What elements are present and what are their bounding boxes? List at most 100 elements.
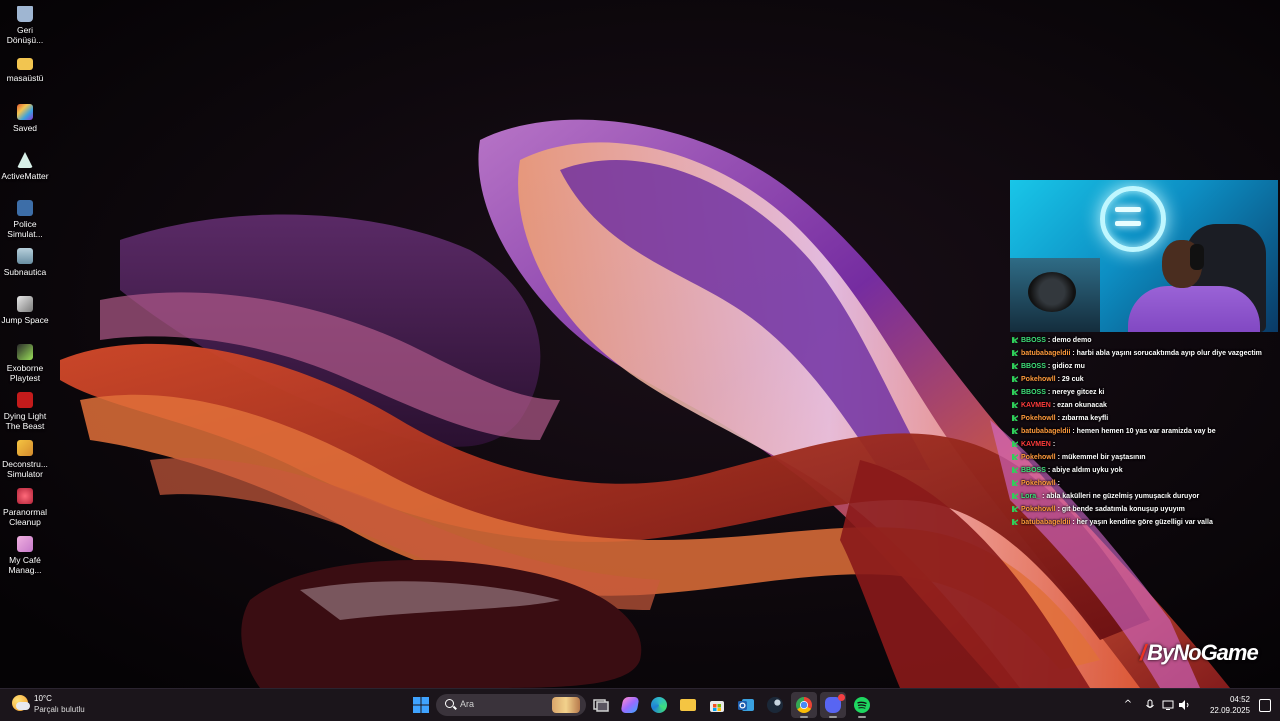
- chat-username: batubabageldii: [1021, 519, 1071, 526]
- desktop-icon-paranormal-cleanup[interactable]: Paranormal Cleanup: [0, 486, 50, 527]
- file-explorer-button[interactable]: [675, 692, 701, 718]
- chat-text: : ezan okunacak: [1052, 402, 1107, 409]
- webcam-headset: [1190, 244, 1204, 270]
- chat-message: KAVMEN: ezan okunacak: [1012, 399, 1280, 412]
- steam-icon: [767, 697, 783, 713]
- desktop-icon-jump-space[interactable]: Jump Space: [0, 294, 50, 325]
- chat-message: Pokehowll: mükemmel bir yaştasının: [1012, 451, 1280, 464]
- edge-icon: [651, 697, 667, 713]
- desktop-icon-my-cafe[interactable]: My Café Manag...: [0, 534, 50, 575]
- kick-badge-icon: [1012, 415, 1018, 422]
- chat-message: batubabageldii: hemen hemen 10 yas var a…: [1012, 425, 1280, 438]
- chat-message: Pokehowll: 29 cuk: [1012, 373, 1280, 386]
- notification-bell-icon[interactable]: [1259, 699, 1271, 712]
- chat-text: : her yaşın kendine göre güzelligi var v…: [1072, 519, 1213, 526]
- chat-text: : abla kakülleri ne güzelmiş yumuşacık d…: [1042, 493, 1200, 500]
- steam-button[interactable]: [762, 692, 788, 718]
- weather-condition: Parçalı bulutlu: [34, 705, 85, 714]
- chat-text: : harbi abla yaşını sorucaktımda ayıp ol…: [1072, 350, 1262, 357]
- app-icon: [17, 104, 33, 120]
- kick-badge-icon: [1012, 519, 1018, 526]
- spotify-button[interactable]: [849, 692, 875, 718]
- search-placeholder: Ara: [460, 699, 475, 709]
- kick-badge-icon: [1012, 506, 1018, 513]
- outlook-button[interactable]: [733, 692, 759, 718]
- desktop-icon-masaustu[interactable]: masaüstü: [0, 54, 50, 83]
- desktop-icon-subnautica[interactable]: Subnautica: [0, 246, 50, 277]
- volume-icon[interactable]: [1178, 699, 1190, 711]
- kick-badge-icon: [1012, 493, 1018, 500]
- search-box[interactable]: Ara: [436, 694, 586, 716]
- webcam-steering-wheel: [1028, 272, 1076, 312]
- chat-username: Pokehowll: [1021, 480, 1056, 487]
- chat-text: : git bende sadatımla konuşup uyuyım: [1057, 506, 1185, 513]
- neon-logo: [1100, 186, 1166, 252]
- folder-icon: [680, 699, 696, 711]
- running-indicator: [800, 716, 808, 718]
- kick-badge-icon: [1012, 389, 1018, 396]
- chat-text: : gidioz mu: [1047, 363, 1085, 370]
- chat-username: BBOSS: [1021, 363, 1046, 370]
- desktop-icon-recycle-bin[interactable]: Geri Dönüşü...: [0, 4, 50, 45]
- webcam-streamer-body: [1128, 286, 1260, 332]
- clock[interactable]: 04:52 22.09.2025: [1210, 694, 1250, 716]
- chat-message: Pokehowll:: [1012, 477, 1280, 490]
- kick-badge-icon: [1012, 454, 1018, 461]
- desktop-icon-deconstruction-simulator[interactable]: Deconstru... Simulator: [0, 438, 50, 479]
- chat-text: : 29 cuk: [1057, 376, 1084, 383]
- chat-username: KAVMEN: [1021, 441, 1051, 448]
- app-icon: [17, 440, 33, 456]
- app-icon: [17, 248, 33, 264]
- chat-message: KAVMEN:: [1012, 438, 1280, 451]
- chat-message: BBOSS: abiye aldım uyku yok: [1012, 464, 1280, 477]
- copilot-button[interactable]: [617, 692, 643, 718]
- desktop-icon-saved[interactable]: Saved: [0, 102, 50, 133]
- chat-message: batubabageldii: her yaşın kendine göre g…: [1012, 516, 1280, 529]
- chat-message: BBOSS: gidioz mu: [1012, 360, 1280, 373]
- chat-username: Pokehowll: [1021, 415, 1056, 422]
- chat-username: batubabageldii: [1021, 350, 1071, 357]
- microphone-icon[interactable]: [1144, 699, 1156, 711]
- discord-button[interactable]: [820, 692, 846, 718]
- kick-badge-icon: [1012, 363, 1018, 370]
- chrome-button[interactable]: [791, 692, 817, 718]
- chat-username: Lora_: [1021, 493, 1041, 500]
- chat-text: :: [1052, 441, 1056, 448]
- network-icon[interactable]: [1162, 699, 1174, 711]
- brand-slash-icon: /: [1140, 640, 1146, 665]
- kick-badge-icon: [1012, 337, 1018, 344]
- desktop-icon-police-simulator[interactable]: Police Simulat...: [0, 198, 50, 239]
- kick-badge-icon: [1012, 350, 1018, 357]
- chat-message: BBOSS: demo demo: [1012, 334, 1280, 347]
- store-button[interactable]: [704, 692, 730, 718]
- desktop-icon-exoborne-playtest[interactable]: Exoborne Playtest: [0, 342, 50, 383]
- chat-username: Pokehowll: [1021, 506, 1056, 513]
- kick-badge-icon: [1012, 376, 1018, 383]
- chat-username: BBOSS: [1021, 389, 1046, 396]
- chat-message: batubabageldii: harbi abla yaşını soruca…: [1012, 347, 1280, 360]
- chat-username: batubabageldii: [1021, 428, 1071, 435]
- clock-date: 22.09.2025: [1209, 706, 1250, 715]
- chat-username: BBOSS: [1021, 467, 1046, 474]
- chat-username: KAVMEN: [1021, 402, 1051, 409]
- chevron-up-icon[interactable]: ^: [1122, 699, 1134, 711]
- clock-time: 04:52: [1229, 695, 1250, 704]
- chat-message: Pokehowll: git bende sadatımla konuşup u…: [1012, 503, 1280, 516]
- start-button[interactable]: [408, 692, 434, 718]
- task-view-button[interactable]: [588, 692, 614, 718]
- edge-button[interactable]: [646, 692, 672, 718]
- desktop-icon-activematter[interactable]: ActiveMatter: [0, 150, 50, 181]
- recycle-bin-icon: [17, 6, 33, 22]
- chat-text: : abiye aldım uyku yok: [1047, 467, 1123, 474]
- stream-chat-overlay: BBOSS: demo demo batubabageldii: harbi ab…: [1012, 334, 1280, 534]
- copilot-icon: [620, 697, 640, 713]
- webcam-overlay: [1010, 180, 1278, 332]
- chat-text: : demo demo: [1047, 337, 1092, 344]
- desktop-icon-dying-light[interactable]: Dying Light The Beast: [0, 390, 50, 431]
- taskbar: 10°C Parçalı bulutlu Ara ^ 04:52 22.09.2…: [0, 688, 1280, 721]
- chat-text: : hemen hemen 10 yas var aramizda vay be: [1072, 428, 1216, 435]
- discord-badge: [838, 694, 845, 701]
- app-icon: [17, 392, 33, 408]
- weather-cloud-icon: [16, 702, 30, 710]
- app-icon: [17, 536, 33, 552]
